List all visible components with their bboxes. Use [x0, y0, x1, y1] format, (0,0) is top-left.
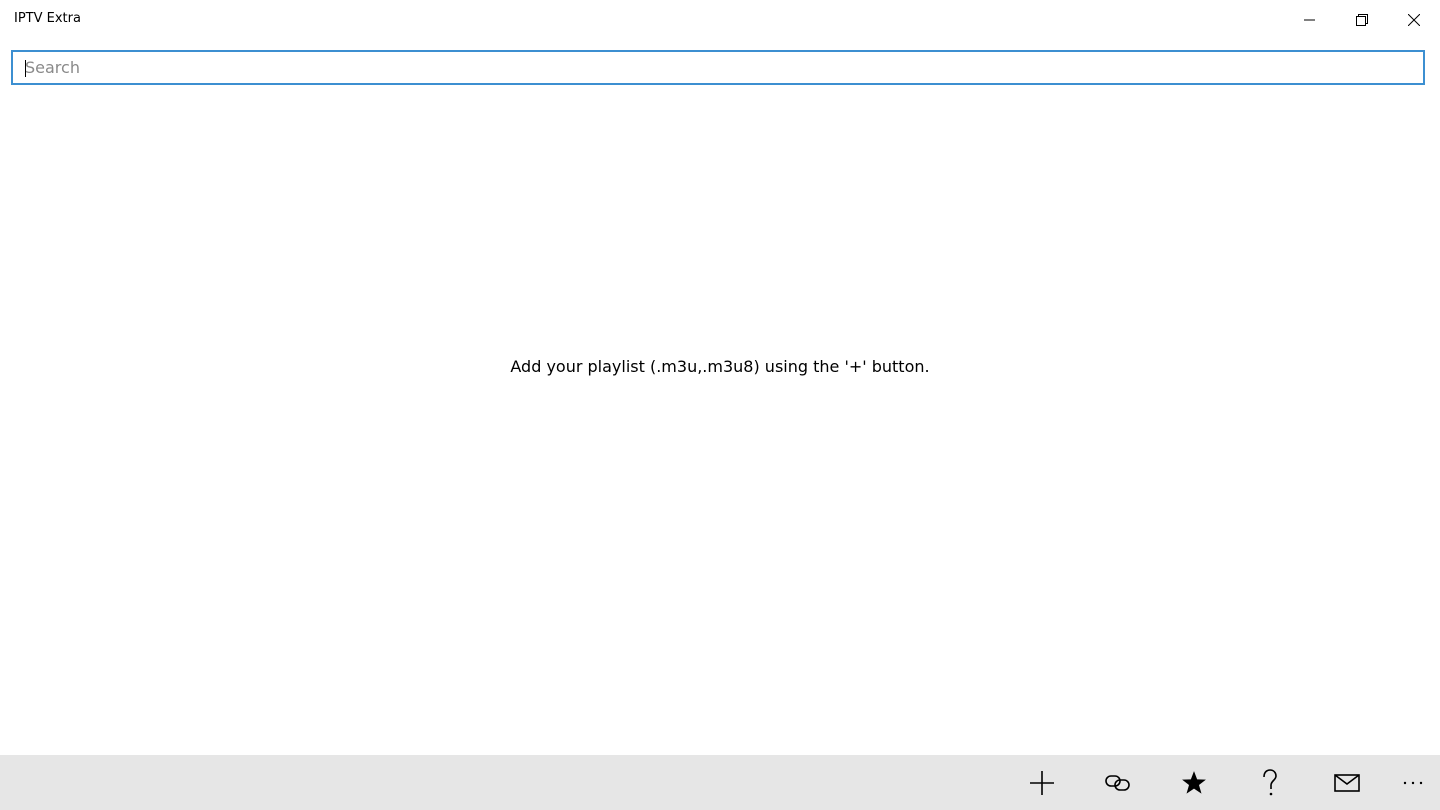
more-options-button[interactable] — [1383, 755, 1440, 810]
app-window: IPTV Extra Search Add your playlist (.m3… — [0, 0, 1440, 810]
help-button[interactable] — [1240, 755, 1300, 810]
add-icon — [1029, 770, 1055, 796]
close-button[interactable] — [1388, 0, 1440, 40]
help-icon — [1261, 768, 1279, 797]
empty-playlist-message: Add your playlist (.m3u,.m3u8) using the… — [510, 357, 930, 376]
text-caret — [25, 60, 26, 77]
search-box — [11, 50, 1425, 85]
feedback-mail-button[interactable] — [1317, 755, 1377, 810]
app-title: IPTV Extra — [14, 11, 81, 26]
add-playlist-button[interactable] — [1012, 755, 1072, 810]
window-controls — [1284, 0, 1440, 40]
restore-icon — [1356, 14, 1368, 26]
command-bar — [0, 755, 1440, 810]
minimize-button[interactable] — [1284, 0, 1336, 40]
more-icon — [1403, 780, 1423, 786]
restore-button[interactable] — [1336, 0, 1388, 40]
close-icon — [1408, 14, 1420, 26]
minimize-icon — [1304, 14, 1316, 26]
add-url-button[interactable] — [1088, 755, 1148, 810]
link-icon — [1105, 773, 1131, 793]
favorites-button[interactable] — [1164, 755, 1224, 810]
star-icon — [1181, 770, 1207, 796]
mail-icon — [1334, 773, 1360, 792]
title-bar: IPTV Extra — [0, 0, 1440, 40]
search-input[interactable] — [13, 52, 1423, 83]
